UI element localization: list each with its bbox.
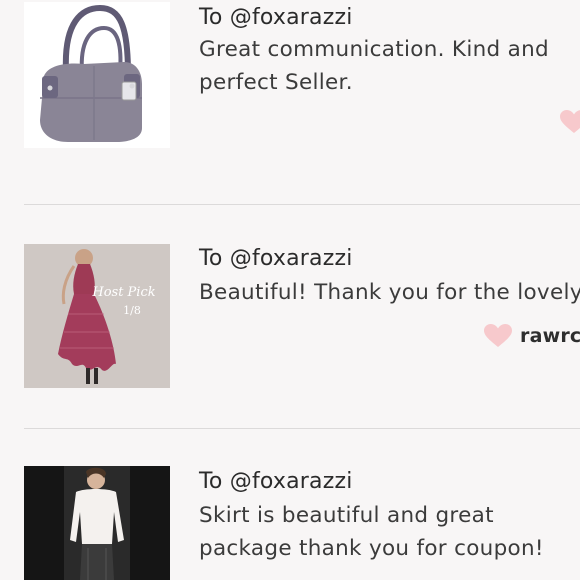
like-row[interactable]	[560, 110, 580, 134]
liked-by-username[interactable]: rawrch	[520, 325, 580, 347]
feedback-message: Great communication. Kind and perfect Se…	[199, 37, 549, 95]
listing-image-handbag[interactable]	[24, 2, 170, 148]
divider	[24, 204, 580, 205]
feedback-message: Skirt is beautiful and great package tha…	[199, 503, 544, 561]
feedback-message: Beautiful! Thank you for the lovely	[199, 280, 580, 305]
feedback-feed: To @foxarazzi Great communication. Kind …	[0, 0, 580, 580]
recipient-label[interactable]: To @foxarazzi	[199, 5, 353, 30]
heart-icon[interactable]	[484, 324, 512, 348]
image-overlay-text: 1/8	[123, 304, 141, 317]
listing-image-dress[interactable]: Host Pick 1/8	[24, 244, 170, 388]
image-overlay-text: Host Pick	[91, 285, 155, 300]
heart-icon[interactable]	[560, 110, 580, 134]
like-row[interactable]: rawrch	[484, 324, 580, 348]
recipient-label[interactable]: To @foxarazzi	[199, 469, 353, 494]
recipient-label[interactable]: To @foxarazzi	[199, 246, 353, 271]
listing-image-skirt[interactable]	[24, 466, 170, 580]
divider	[24, 428, 580, 429]
